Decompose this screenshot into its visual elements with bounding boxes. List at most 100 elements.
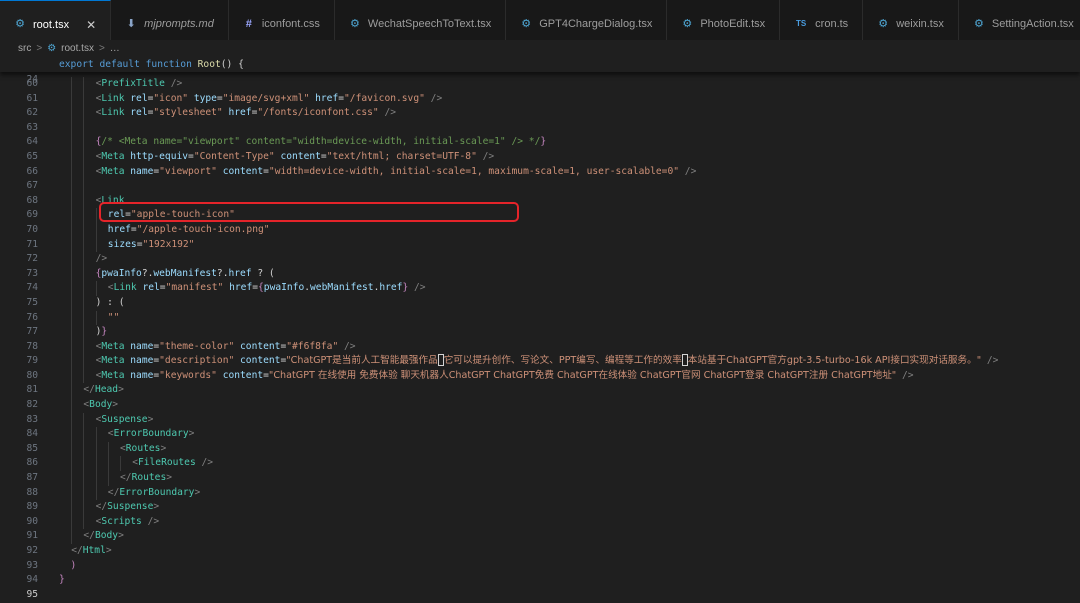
code-line[interactable]: 83 <Suspense>: [0, 412, 1080, 428]
code-token: href: [228, 107, 252, 119]
code-token: rel: [130, 92, 148, 104]
indent-guide: [83, 427, 85, 442]
indent-guide: [107, 456, 109, 472]
code-token: />: [384, 107, 396, 119]
code-line[interactable]: 77)}: [0, 325, 1080, 340]
code-line[interactable]: 80 <Meta name="keywords" content="ChatGPT…: [0, 368, 1080, 384]
code-token: </: [95, 501, 108, 513]
code-token: "/apple-touch-icon.png": [136, 223, 270, 235]
line-code: {pwaInfo?.webManifest?.href ? (: [96, 267, 275, 282]
code-line[interactable]: 61<Link rel="icon" type="image/svg+xml" …: [0, 91, 1080, 107]
code-line[interactable]: 95: [0, 588, 1080, 603]
indent-guide: [83, 120, 85, 136]
code-line[interactable]: 75) : (: [0, 295, 1080, 311]
line-number: 92: [26, 545, 38, 556]
indent-guide: [83, 441, 85, 457]
code-line[interactable]: 85 <Routes>: [0, 441, 1080, 457]
indent-guide: [83, 237, 85, 253]
line-number: 82: [26, 399, 38, 411]
code-line[interactable]: 67: [0, 179, 1080, 194]
code-token: content: [222, 165, 264, 177]
code-line[interactable]: 87 </Routes>: [0, 471, 1080, 486]
indent-guide: [71, 237, 73, 253]
code-line[interactable]: 66 <Meta name="viewport" content="width=d…: [0, 164, 1080, 180]
code-token: Html: [82, 545, 106, 556]
line-number: 89: [26, 501, 38, 513]
code-editor[interactable]: 24 export default function Root() { 60<P…: [0, 57, 1080, 603]
code-line[interactable]: 82 <Body>: [0, 398, 1080, 413]
code-line[interactable]: 84 <ErrorBoundary>: [0, 427, 1080, 442]
indent-guide: [83, 354, 85, 369]
code-line[interactable]: 93 ): [0, 559, 1080, 574]
line-number: 24: [26, 74, 38, 85]
indent-guide: [83, 471, 85, 486]
code-line[interactable]: 76 "": [0, 310, 1080, 326]
close-icon[interactable]: ✕: [86, 18, 96, 32]
code-line[interactable]: 62 <Link rel="stylesheet" href="/fonts/ic…: [0, 106, 1080, 121]
code-token: "stylesheet": [153, 107, 223, 119]
tab-label: PhotoEdit.tsx: [700, 18, 766, 30]
code-line[interactable]: 65 <Meta http-equiv="Content-Type" conten…: [0, 149, 1080, 165]
code-line[interactable]: 70 href="/apple-touch-icon.png": [0, 222, 1080, 238]
code-line[interactable]: 92 </Html>: [0, 544, 1080, 559]
line-code: )}: [96, 325, 108, 340]
code-token: 本站基于ChatGPT官方gpt-3.5-turbo-16k API接口实现对话…: [687, 355, 982, 367]
code-token: Body: [94, 530, 119, 542]
code-line[interactable]: 73 {pwaInfo?.webManifest?.href ? (: [0, 266, 1080, 282]
code-line[interactable]: 86 <FileRoutes />: [0, 456, 1080, 472]
breadcrumb-symbol[interactable]: …: [110, 43, 120, 54]
code-token: webManifest: [153, 267, 217, 279]
code-token: name: [130, 165, 154, 177]
code-line[interactable]: 81 </Head>: [0, 383, 1080, 399]
code-line[interactable]: 90 <Scripts />: [0, 514, 1080, 530]
react-gear-icon: ⚙: [878, 17, 889, 30]
code-token: "#f6f8fa": [286, 340, 339, 352]
indent-guide: [71, 368, 73, 384]
indent-guide: [83, 252, 85, 267]
code-line[interactable]: 78 <Meta name="theme-color" content="#f6f…: [0, 339, 1080, 355]
code-lines[interactable]: 60<PrefixTitle />61<Link rel="icon" type…: [0, 77, 1080, 602]
code-token: 它可以提升创作、写论文、PPT编写、编程等工作的效率: [443, 355, 682, 367]
breadcrumb-file[interactable]: root.tsx: [61, 43, 94, 54]
code-token: "": [107, 311, 120, 323]
code-token: Head: [94, 384, 119, 396]
code-token: "Content-Type": [193, 150, 275, 162]
code-token: pwaInfo: [101, 267, 142, 279]
sticky-scroll-header[interactable]: 24 export default function Root() {: [0, 57, 1080, 85]
code-line[interactable]: 71 sizes="192x192": [0, 237, 1080, 253]
line-code: <Meta name="keywords" content="ChatGPT 在…: [96, 369, 914, 384]
code-line[interactable]: 79 <Meta name="description" content="Chat…: [0, 354, 1080, 369]
css-hash-icon: #: [245, 17, 252, 30]
line-code: sizes="192x192": [108, 238, 195, 253]
code-line[interactable]: 72 />: [0, 252, 1080, 267]
code-token: "viewport": [159, 165, 217, 177]
code-token: />: [430, 92, 443, 104]
code-token: content: [240, 340, 281, 352]
line-code: />: [96, 252, 108, 267]
code-line[interactable]: 74 <Link rel="manifest" href={pwaInfo.web…: [0, 281, 1080, 296]
line-number: 94: [26, 574, 38, 586]
breadcrumb-folder[interactable]: src: [18, 43, 31, 54]
code-token: >: [118, 530, 124, 542]
code-line[interactable]: 63: [0, 120, 1080, 136]
code-token: href: [229, 282, 253, 294]
code-line[interactable]: 89 </Suspense>: [0, 500, 1080, 515]
code-token: pwaInfo: [263, 282, 305, 294]
line-number: 79: [26, 355, 38, 367]
indent-guide: [71, 500, 73, 515]
code-line[interactable]: 88 </ErrorBoundary>: [0, 485, 1080, 501]
code-line[interactable]: 64 {/* <Meta name="viewport" content="wid…: [0, 135, 1080, 150]
code-line[interactable]: 60<PrefixTitle />: [0, 77, 1080, 92]
code-token: default: [99, 59, 140, 70]
line-code: <Scripts />: [96, 515, 160, 530]
code-token: Meta: [101, 150, 125, 162]
indent-guide: [83, 281, 85, 296]
indent-guide: [71, 485, 73, 501]
code-line[interactable]: 91 </Body>: [0, 529, 1080, 544]
code-line[interactable]: 94}: [0, 573, 1080, 588]
line-code: <FileRoutes />: [132, 456, 213, 471]
indent-guide: [71, 149, 73, 165]
code-token: ) : (: [95, 296, 125, 308]
code-token: />: [902, 369, 914, 381]
code-token: >: [118, 384, 124, 396]
